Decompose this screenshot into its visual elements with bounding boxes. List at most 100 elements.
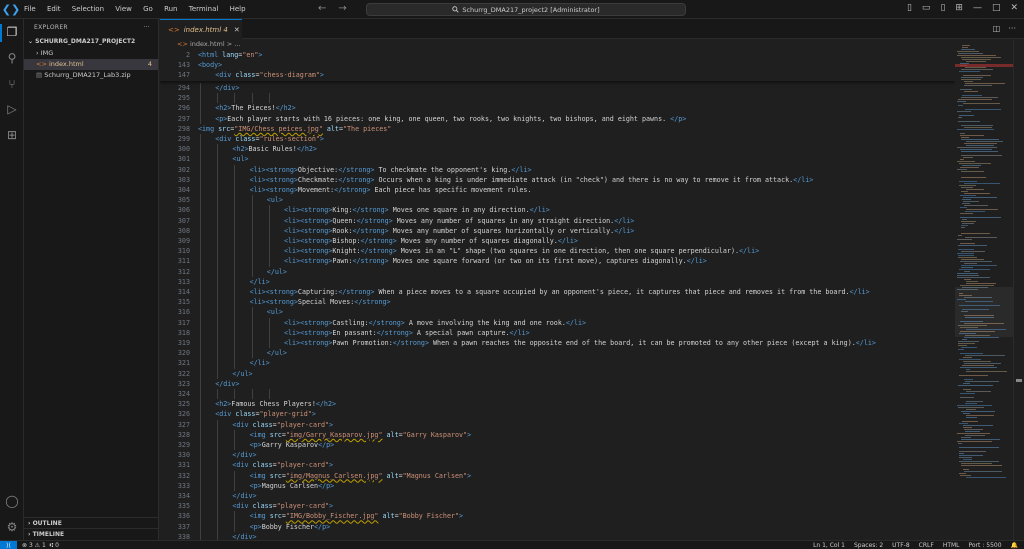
indent-guide [268,205,270,267]
code-token: Objective: [297,165,339,174]
menu-go[interactable]: Go [143,5,153,13]
more-actions-icon[interactable]: ··· [143,19,150,36]
source-control-icon[interactable]: ⑂ [4,76,20,92]
outline-section[interactable]: › OUTLINE [24,517,159,528]
code-token: </p> [318,441,335,449]
code-token: > [459,512,464,521]
minimap-line [964,337,999,338]
project-folder[interactable]: ⌄ SCHURRG_DMA217_PROJECT2 [24,36,158,48]
tree-item-zip[interactable]: ▤ Schurrg_DMA217_Lab3.zip [24,70,158,81]
code-editor[interactable]: 294 </div> 295 296 <h2>The Pieces!</h2> 297 <p… [160,50,955,540]
minimap-line [960,133,965,134]
code-token: "en" [242,51,259,59]
code-token: <div [232,461,253,470]
code-token: <li><strong> [249,186,298,194]
indentation[interactable]: Spaces: 2 [854,541,883,549]
minimap-line [957,441,992,442]
code-token: </strong> [354,298,391,307]
code-line: <li><strong>Knight:</strong> Moves in an… [284,246,759,256]
minimap-viewport[interactable] [955,287,1013,337]
close-icon[interactable]: ✕ [1010,3,1018,13]
minimap-line [966,189,984,190]
code-token: > [319,71,324,80]
language-mode[interactable]: HTML [943,541,960,549]
code-token: </li> [855,339,876,347]
explorer-icon[interactable]: ❐ [4,24,20,40]
line-number: 317 [177,318,190,327]
minimize-icon[interactable]: — [973,3,982,13]
minimap-line [965,237,997,238]
code-token: <li><strong> [284,339,333,347]
code-token: <div [215,71,236,80]
tree-item-index-html[interactable]: <> index.html 4 [24,59,158,70]
notifications-bell-icon[interactable]: 🔔 [1011,541,1018,549]
minimap[interactable] [955,39,1013,540]
toggle-panel-icon[interactable]: ▭ [922,3,931,13]
code-line: <img src="img/Magnus_Carlsen.jpg" alt="M… [250,471,472,481]
toggle-secondary-sidebar-icon[interactable]: ▯ [940,3,945,13]
code-line: <div class="rules-section"> [215,134,324,144]
code-line: <li><strong>Bishop:</strong> Moves any n… [284,236,578,246]
minimap-line [963,389,971,390]
back-arrow-icon[interactable]: ← [318,3,326,14]
code-token: class [252,461,273,470]
forward-arrow-icon[interactable]: → [338,3,346,14]
tab-index-html[interactable]: <> index.html 4 ✕ [160,19,242,39]
cursor-position[interactable]: Ln 1, Col 1 [813,541,845,549]
minimap-line [961,267,973,268]
tree-item-img-folder[interactable]: › IMG [24,48,158,59]
minimap-line [961,79,981,80]
maximize-icon[interactable]: □ [992,3,1001,13]
code-line: <p>Garry Kasparov</p> [250,440,335,450]
run-debug-icon[interactable]: ▷ [4,101,20,117]
search-icon [452,6,459,13]
minimap-line [958,117,962,118]
menu-file[interactable]: File [24,5,36,13]
customize-layout-icon[interactable]: ⊞ [955,3,963,13]
close-tab-icon[interactable]: ✕ [234,26,240,34]
toggle-sidebar-icon[interactable]: ▯ [907,3,912,13]
code-token: <img [249,471,270,480]
code-token: Moves any number of squares diagonally. [396,237,558,245]
tree-item-label: index.html [48,60,84,68]
code-line: </div> [215,379,239,389]
live-server-port[interactable]: Port : 5500 [969,541,1002,549]
code-line: </ul> [267,348,287,358]
end-of-line[interactable]: CRLF [919,541,934,549]
file-encoding[interactable]: UTF-8 [892,541,910,549]
settings-gear-icon[interactable]: ⚙ [4,519,20,535]
minimap-line [961,187,973,188]
accounts-icon[interactable]: ◯ [4,493,20,509]
breadcrumb-more[interactable]: ... [234,40,240,48]
command-center-search[interactable]: Schurrg_DMA217_project2 [Administrator] [366,3,686,16]
code-token: "rules-section" [259,135,320,143]
minimap-line [963,201,979,202]
minimap-line [961,437,971,438]
code-token: > [319,135,324,143]
menu-terminal[interactable]: Terminal [189,5,219,13]
search-icon[interactable]: ⚲ [4,50,20,66]
code-line: </ul> [267,267,287,277]
line-number: 294 [177,84,190,92]
menu-edit[interactable]: Edit [47,5,61,13]
minimap-line [963,75,991,76]
timeline-section[interactable]: › TIMELINE [24,528,159,539]
code-token: Occurs when a king is under immediate at… [374,175,794,184]
problems-indicator[interactable]: ⊗ 3 ⚠ 1 ⑆ 0 [22,541,59,549]
menu-run[interactable]: Run [164,5,177,13]
vertical-scrollbar[interactable] [1013,39,1024,540]
menu-view[interactable]: View [115,5,132,13]
menu-help[interactable]: Help [230,5,246,13]
breadcrumb-file[interactable]: index.html [190,40,225,48]
minimap-line [959,423,968,424]
extensions-icon[interactable]: ⊞ [4,127,20,143]
minimap-line [964,143,997,144]
minimap-line [958,343,975,344]
menu-selection[interactable]: Selection [72,5,104,13]
code-line: <h2>Famous Chess Players!</h2> [215,399,336,409]
split-editor-icon[interactable]: ◫ [993,24,1001,33]
minimap-line [961,97,998,98]
more-actions-icon[interactable]: ··· [1008,24,1016,33]
code-line: <li><strong>Objective:</strong> To check… [250,165,532,175]
remote-indicator-icon[interactable]: ⟩⟨ [0,541,17,549]
